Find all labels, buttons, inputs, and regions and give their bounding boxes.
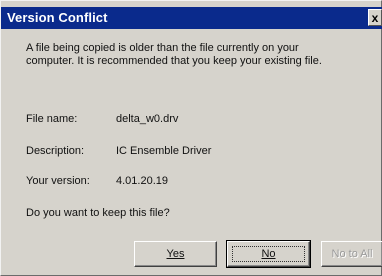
message-line-2: computer. It is recommended that you kee…	[26, 55, 322, 67]
no-button[interactable]: No	[226, 240, 311, 268]
description-label: Description:	[26, 145, 85, 157]
yes-button-label: Yes	[166, 248, 185, 260]
description-value: IC Ensemble Driver	[116, 145, 212, 157]
close-button[interactable]: x	[368, 9, 382, 26]
focus-rectangle	[232, 246, 305, 262]
title-bar[interactable]: Version Conflict x	[1, 7, 382, 29]
yes-button[interactable]: Yes	[134, 241, 217, 267]
file-name-label: File name:	[26, 113, 78, 125]
your-version-value: 4.01.20.19	[116, 175, 168, 187]
no-to-all-button[interactable]: No to All	[321, 241, 382, 267]
dialog-title: Version Conflict	[7, 10, 108, 25]
close-icon: x	[371, 11, 379, 25]
file-name-value: delta_w0.drv	[116, 113, 179, 125]
conflict-message: A file being copied is older than the fi…	[26, 42, 366, 68]
message-line-1: A file being copied is older than the fi…	[26, 42, 299, 54]
keep-file-question: Do you want to keep this file?	[26, 207, 170, 219]
no-to-all-button-label: No to All	[331, 248, 373, 260]
your-version-label: Your version:	[26, 175, 90, 187]
version-conflict-dialog: Version Conflict x A file being copied i…	[0, 0, 382, 276]
